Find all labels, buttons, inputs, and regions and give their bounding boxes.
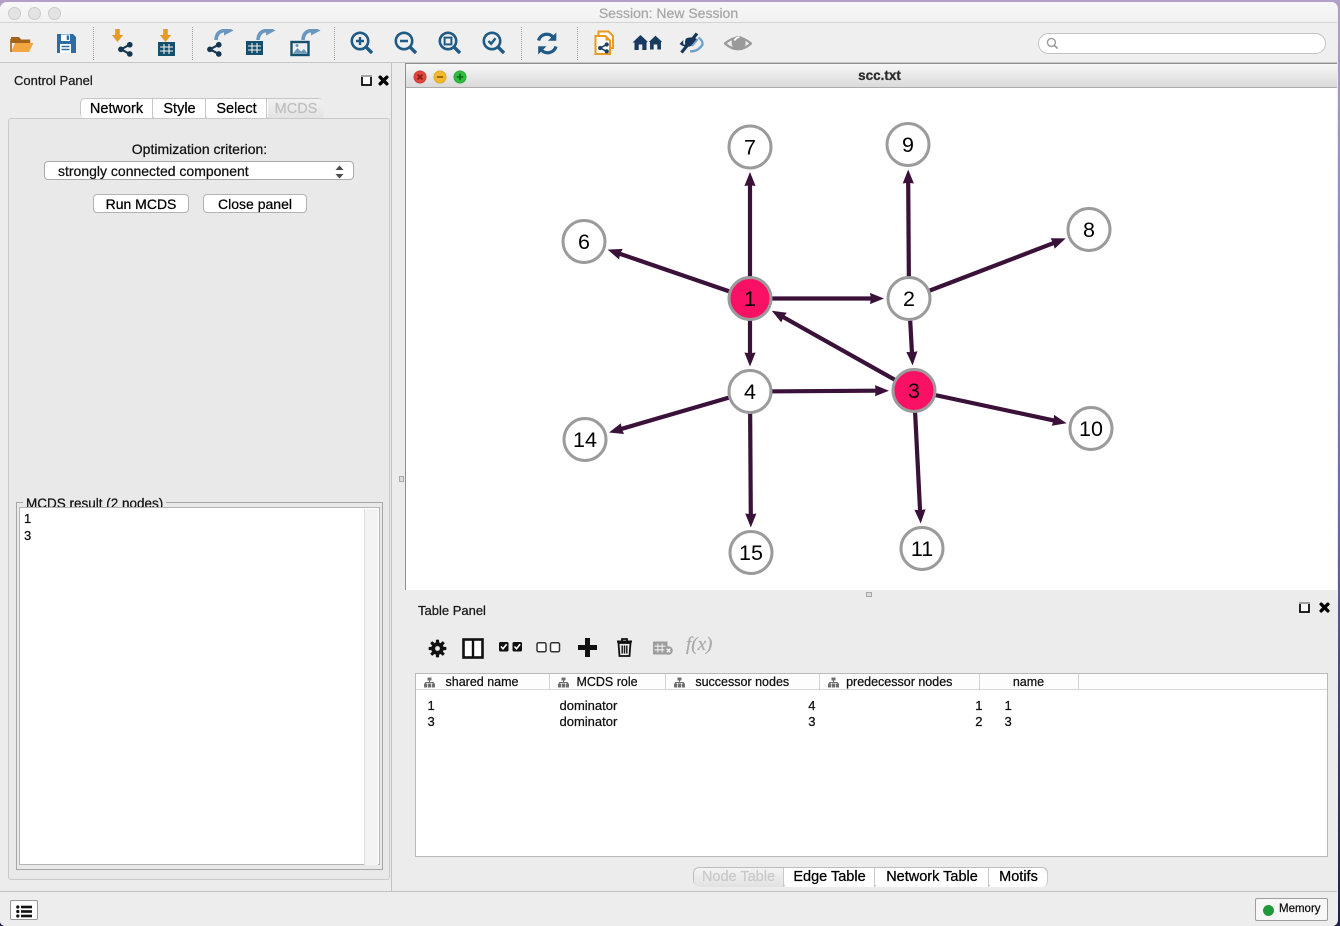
svg-text:4: 4 (744, 380, 756, 404)
svg-text:6: 6 (578, 230, 590, 254)
svg-text:14: 14 (573, 428, 597, 452)
svg-text:11: 11 (911, 537, 933, 561)
svg-text:10: 10 (1079, 417, 1103, 441)
svg-text:1: 1 (744, 287, 756, 311)
svg-text:15: 15 (739, 541, 763, 565)
svg-text:2: 2 (903, 287, 915, 311)
svg-text:9: 9 (902, 133, 914, 157)
svg-text:3: 3 (908, 379, 920, 403)
svg-text:8: 8 (1083, 218, 1095, 242)
svg-text:7: 7 (744, 136, 756, 160)
